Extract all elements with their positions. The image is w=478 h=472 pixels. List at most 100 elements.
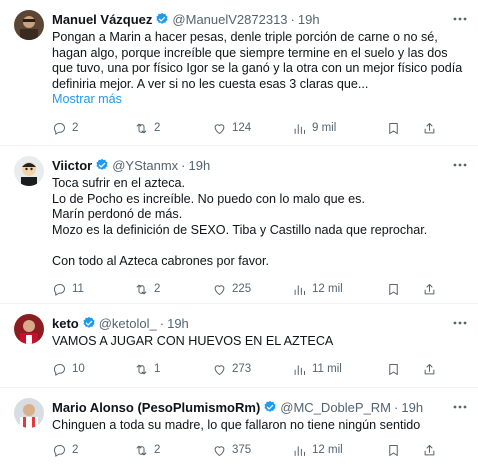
share-icon xyxy=(424,444,435,455)
verified-badge-icon xyxy=(156,12,168,24)
reply-icon xyxy=(53,122,65,135)
avatar[interactable] xyxy=(14,398,44,428)
reply-icon xyxy=(53,283,65,296)
reply-icon xyxy=(53,444,65,457)
verified-badge-icon xyxy=(96,158,108,170)
like-button[interactable]: 375 xyxy=(212,441,251,459)
reply-button[interactable]: 2 xyxy=(52,441,78,459)
bookmark-button[interactable] xyxy=(386,280,401,298)
separator-dot: · xyxy=(290,11,295,27)
bookmark-button[interactable] xyxy=(386,360,401,378)
author-name[interactable]: keto xyxy=(52,316,79,331)
retweet-count: 2 xyxy=(154,122,161,134)
like-button[interactable]: 124 xyxy=(212,119,251,137)
author-handle[interactable]: @ketolol_ xyxy=(99,316,157,331)
bookmark-button[interactable] xyxy=(386,441,401,459)
reply-count: 2 xyxy=(72,444,79,456)
more-options-icon[interactable] xyxy=(452,158,468,172)
reply-button[interactable]: 10 xyxy=(52,360,85,378)
retweet-count: 1 xyxy=(154,363,161,375)
separator-dot: · xyxy=(394,399,399,415)
like-button[interactable]: 225 xyxy=(212,280,251,298)
tweet[interactable]: Mario Alonso (PesoPlumismoRm) @MC_DobleP… xyxy=(0,388,478,472)
like-count: 273 xyxy=(232,363,252,375)
tweet-actions: 11 2 225 12 mil xyxy=(52,280,468,298)
bookmark-button[interactable] xyxy=(386,119,401,137)
tweet-feed: Manuel Vázquez @ManuelV2872313 · 19h Pon… xyxy=(0,0,478,472)
tweet-actions: 2 2 375 12 mil xyxy=(52,441,468,459)
bookmark-icon xyxy=(389,444,398,456)
retweet-button[interactable]: 2 xyxy=(134,119,160,137)
reply-icon xyxy=(53,363,65,376)
views-button[interactable]: 12 mil xyxy=(292,441,343,459)
author-handle[interactable]: @YStanmx xyxy=(112,158,178,173)
views-chart-icon xyxy=(294,284,305,295)
reply-count: 10 xyxy=(72,363,85,375)
reply-button[interactable]: 2 xyxy=(52,119,78,137)
timestamp[interactable]: 19h xyxy=(401,400,423,415)
author-name[interactable]: Manuel Vázquez xyxy=(52,12,152,27)
separator-dot: · xyxy=(181,157,186,173)
views-count: 11 mil xyxy=(312,363,342,375)
share-icon xyxy=(424,122,435,133)
share-button[interactable] xyxy=(422,441,437,459)
heart-icon xyxy=(214,123,225,134)
avatar[interactable] xyxy=(14,10,44,40)
author-handle[interactable]: @MC_DobleP_RM xyxy=(280,400,391,415)
retweet-button[interactable]: 1 xyxy=(134,360,160,378)
reply-count: 2 xyxy=(72,122,79,134)
timestamp[interactable]: 19h xyxy=(167,316,189,331)
views-button[interactable]: 9 mil xyxy=(292,119,336,137)
heart-icon xyxy=(214,445,225,456)
views-button[interactable]: 12 mil xyxy=(292,280,343,298)
views-button[interactable]: 11 mil xyxy=(292,360,342,378)
tweet[interactable]: Viictor @YStanmx · 19h Toca sufrir en el… xyxy=(0,146,478,304)
heart-icon xyxy=(214,364,225,375)
tweet-actions: 10 1 273 11 mil xyxy=(52,360,468,378)
bookmark-icon xyxy=(389,122,398,134)
more-options-icon[interactable] xyxy=(452,12,468,26)
show-more-link[interactable]: Mostrar más xyxy=(52,92,468,107)
like-button[interactable]: 273 xyxy=(212,360,251,378)
retweet-count: 2 xyxy=(154,444,161,456)
share-icon xyxy=(424,283,435,294)
retweet-count: 2 xyxy=(154,283,161,295)
retweet-icon xyxy=(136,284,147,294)
share-icon xyxy=(424,363,435,374)
author-name[interactable]: Mario Alonso (PesoPlumismoRm) xyxy=(52,400,260,415)
share-button[interactable] xyxy=(422,119,437,137)
like-count: 375 xyxy=(232,444,252,456)
retweet-button[interactable]: 2 xyxy=(134,280,160,298)
avatar[interactable] xyxy=(14,314,44,344)
bookmark-icon xyxy=(389,363,398,375)
author-handle[interactable]: @ManuelV2872313 xyxy=(172,12,287,27)
tweet[interactable]: keto @ketolol_ · 19h VAMOS A JUGAR CON H… xyxy=(0,304,478,388)
timestamp[interactable]: 19h xyxy=(298,12,320,27)
separator-dot: · xyxy=(159,315,165,331)
reply-button[interactable]: 11 xyxy=(52,280,84,298)
retweet-icon xyxy=(136,123,147,133)
tweet-text: Chinguen a toda su madre, lo que fallaro… xyxy=(52,418,421,432)
views-chart-icon xyxy=(294,445,305,456)
more-options-icon[interactable] xyxy=(452,316,468,330)
author-name[interactable]: Viictor xyxy=(52,158,92,173)
tweet-text: Pongan a Marin a hacer pesas, denle trip… xyxy=(52,30,463,91)
like-count: 225 xyxy=(232,283,252,295)
avatar[interactable] xyxy=(14,156,44,186)
reply-count: 11 xyxy=(72,283,84,295)
more-options-icon[interactable] xyxy=(452,400,468,414)
timestamp[interactable]: 19h xyxy=(189,158,211,173)
views-count: 9 mil xyxy=(312,122,337,134)
retweet-icon xyxy=(136,445,147,455)
share-button[interactable] xyxy=(422,360,437,378)
heart-icon xyxy=(214,284,225,295)
retweet-button[interactable]: 2 xyxy=(134,441,160,459)
views-count: 12 mil xyxy=(312,283,343,295)
share-button[interactable] xyxy=(422,280,437,298)
like-count: 124 xyxy=(232,122,252,134)
views-count: 12 mil xyxy=(312,444,343,456)
tweet-text: Toca sufrir en el azteca. Lo de Pocho es… xyxy=(52,176,428,268)
tweet-text: VAMOS A JUGAR CON HUEVOS EN EL AZTECA xyxy=(52,334,334,348)
bookmark-icon xyxy=(389,283,398,295)
tweet[interactable]: Manuel Vázquez @ManuelV2872313 · 19h Pon… xyxy=(0,0,478,146)
